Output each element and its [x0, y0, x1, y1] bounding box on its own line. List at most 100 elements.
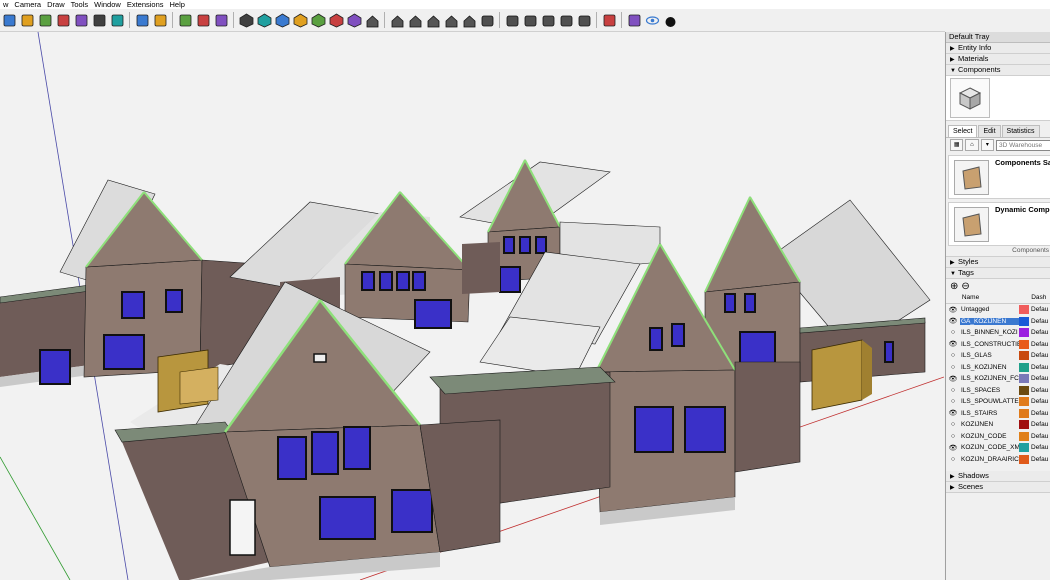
tag-color-swatch[interactable]: [1019, 454, 1029, 464]
hidden-toggle-icon[interactable]: ○: [946, 456, 960, 463]
tag-row[interactable]: ○ ILS_SPACES Defau: [946, 385, 1050, 397]
hidden-toggle-icon[interactable]: ○: [946, 433, 960, 440]
tag-row[interactable]: 👁 ILS_KOZIJNEN_FC Defau: [946, 373, 1050, 385]
tag-dash[interactable]: Defau: [1031, 387, 1050, 394]
tag-row[interactable]: ○ KOZIJN_DRAAIRIC Defau: [946, 454, 1050, 466]
folder-icon[interactable]: [601, 12, 617, 28]
component-browser-icon[interactable]: [55, 12, 71, 28]
tag-row[interactable]: ○ ILS_GLAS Defau: [946, 350, 1050, 362]
tag-row[interactable]: ○ KOZIJNEN Defau: [946, 419, 1050, 431]
tag-row[interactable]: 👁 KOZIJN_CODE_XM Defau: [946, 442, 1050, 454]
menu-item-help[interactable]: Help: [167, 0, 188, 9]
menu-item-extensions[interactable]: Extensions: [124, 0, 167, 9]
panel-scenes[interactable]: ▶ Scenes: [946, 482, 1050, 493]
tag-dash[interactable]: Defau: [1031, 375, 1050, 382]
tag-dash[interactable]: Defau: [1031, 444, 1050, 451]
shaded-icon[interactable]: [310, 12, 326, 28]
hidden-toggle-icon[interactable]: ○: [946, 352, 960, 359]
add-tag-icon[interactable]: ⊕: [950, 281, 958, 292]
sort-icon[interactable]: [213, 12, 229, 28]
open-folder-icon[interactable]: [73, 12, 89, 28]
tag-name[interactable]: GA_KOZIJNEN: [960, 317, 1019, 325]
menu-item-w[interactable]: w: [0, 0, 11, 9]
back-view-icon[interactable]: [443, 12, 459, 28]
component-item[interactable]: Components Sam: [948, 155, 1050, 199]
section-plane-icon[interactable]: [37, 12, 53, 28]
hidden-line-icon[interactable]: [292, 12, 308, 28]
tag-name[interactable]: ILS_STAIRS: [960, 410, 1019, 417]
bomb-icon[interactable]: [662, 12, 678, 28]
warehouse-search-input[interactable]: 3D Warehouse: [995, 139, 1050, 151]
tag-row[interactable]: ○ ILS_KOZIJNEN Defau: [946, 362, 1050, 374]
tag-row[interactable]: 👁 Untagged Defau: [946, 304, 1050, 316]
tag-name[interactable]: KOZIJN_CODE_XM: [960, 444, 1019, 451]
tag-row[interactable]: 👁 GA_KOZIJNEN Defau: [946, 316, 1050, 328]
tag-name[interactable]: ILS_CONSTRUCTIE: [960, 341, 1019, 348]
top-view-icon[interactable]: [389, 12, 405, 28]
tag-color-swatch[interactable]: [1019, 316, 1029, 326]
home-icon[interactable]: ⌂: [965, 139, 979, 151]
back-edges-icon[interactable]: [256, 12, 272, 28]
hidden-toggle-icon[interactable]: ○: [946, 364, 960, 371]
panel-tags[interactable]: ▼ Tags: [946, 268, 1050, 279]
tag-color-swatch[interactable]: [1019, 339, 1029, 349]
tag-row[interactable]: 👁 ILS_CONSTRUCTIE Defau: [946, 339, 1050, 351]
move-icon[interactable]: [626, 12, 642, 28]
tag-color-swatch[interactable]: [1019, 443, 1029, 453]
tag-name[interactable]: KOZIJNEN: [960, 421, 1019, 428]
tag-dash[interactable]: Defau: [1031, 329, 1050, 336]
solid-subtract-icon[interactable]: [522, 12, 538, 28]
tag-color-swatch[interactable]: [1019, 408, 1029, 418]
navigate-dropdown-icon[interactable]: ▾: [980, 139, 994, 151]
left-view-icon[interactable]: [461, 12, 477, 28]
tag-row[interactable]: ○ KOZIJN_CODE Defau: [946, 431, 1050, 443]
tag-name[interactable]: ILS_GLAS: [960, 352, 1019, 359]
hidden-toggle-icon[interactable]: ○: [946, 398, 960, 405]
model-viewport[interactable]: [0, 32, 944, 580]
wireframe-icon[interactable]: [274, 12, 290, 28]
tag-color-swatch[interactable]: [1019, 351, 1029, 361]
hidden-toggle-icon[interactable]: ○: [946, 387, 960, 394]
tag-dash[interactable]: Defau: [1031, 421, 1050, 428]
panel-shadows[interactable]: ▶ Shadows: [946, 471, 1050, 482]
tag-name[interactable]: Untagged: [960, 306, 1019, 313]
eye-icon[interactable]: [644, 12, 660, 28]
iso-view-icon[interactable]: [364, 12, 380, 28]
hidden-toggle-icon[interactable]: ○: [946, 421, 960, 428]
tag-name[interactable]: ILS_SPOUWLATTE: [960, 398, 1019, 405]
solid-union-icon[interactable]: [504, 12, 520, 28]
monochrome-icon[interactable]: [346, 12, 362, 28]
visibility-eye-icon[interactable]: 👁: [946, 444, 960, 452]
tab-statistics[interactable]: Statistics: [1001, 125, 1040, 137]
visibility-eye-icon[interactable]: 👁: [946, 340, 960, 348]
menu-item-window[interactable]: Window: [91, 0, 124, 9]
zoom-extents-icon[interactable]: [177, 12, 193, 28]
tag-name[interactable]: KOZIJN_CODE: [960, 433, 1019, 440]
tags-dash-header[interactable]: Dash: [1031, 293, 1050, 303]
tag-dash[interactable]: Defau: [1031, 306, 1050, 313]
panel-materials[interactable]: ▶ Materials: [946, 54, 1050, 65]
tab-edit[interactable]: Edit: [978, 125, 1001, 137]
solid-split-icon[interactable]: [558, 12, 574, 28]
photo-icon[interactable]: [91, 12, 107, 28]
right-view-icon[interactable]: [425, 12, 441, 28]
3d-model-scene[interactable]: [0, 32, 944, 580]
component-item[interactable]: Dynamic Compor: [948, 202, 1050, 246]
tag-name[interactable]: KOZIJN_DRAAIRIC: [960, 456, 1019, 463]
tag-color-swatch[interactable]: [1019, 374, 1029, 384]
hidden-toggle-icon[interactable]: ○: [946, 329, 960, 336]
panel-components[interactable]: ▼ Components: [946, 65, 1050, 76]
tag-row[interactable]: 👁 ILS_STAIRS Defau: [946, 408, 1050, 420]
tag-dash[interactable]: Defau: [1031, 398, 1050, 405]
front-view-icon[interactable]: [407, 12, 423, 28]
section-cut-icon[interactable]: [479, 12, 495, 28]
magnify-icon[interactable]: [195, 12, 211, 28]
tag-dash[interactable]: Defau: [1031, 456, 1050, 463]
visibility-eye-icon[interactable]: 👁: [946, 375, 960, 383]
tag-color-swatch[interactable]: [1019, 385, 1029, 395]
tag-dash[interactable]: Defau: [1031, 352, 1050, 359]
tag-color-swatch[interactable]: [1019, 397, 1029, 407]
tag-name[interactable]: ILS_SPACES: [960, 387, 1019, 394]
tag-dash[interactable]: Defau: [1031, 364, 1050, 371]
tag-color-swatch[interactable]: [1019, 362, 1029, 372]
